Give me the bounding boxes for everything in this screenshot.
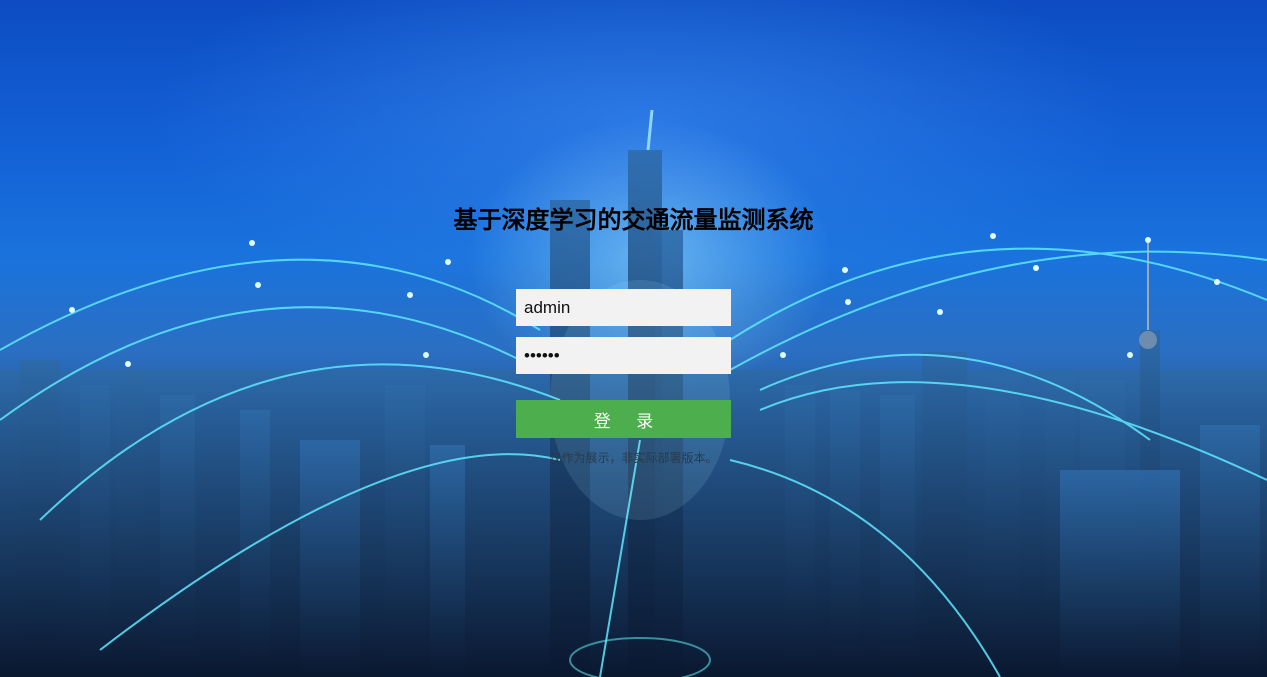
demo-notice: 仅作为展示，非实际部署版本。: [549, 451, 718, 465]
page-title: 基于深度学习的交通流量监测系统: [453, 206, 814, 234]
password-input[interactable]: [516, 337, 731, 374]
login-button[interactable]: 登 录: [516, 400, 731, 438]
username-input[interactable]: [516, 289, 731, 326]
